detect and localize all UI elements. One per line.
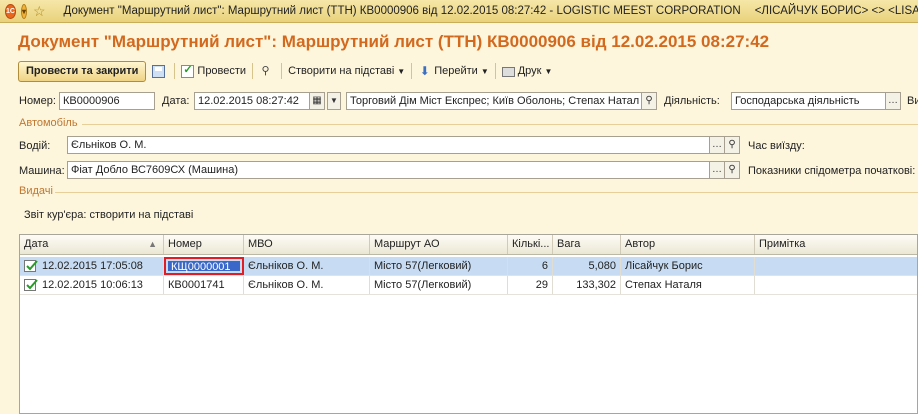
command-toolbar: Провести та закрити Провести ⚲ Створити … bbox=[18, 60, 552, 82]
post-icon bbox=[181, 63, 195, 78]
cell-date-text: 12.02.2015 10:06:13 bbox=[42, 279, 143, 291]
date-field[interactable]: 12.02.2015 08:27:42 bbox=[194, 92, 310, 110]
cell-mvo: Єльніков О. М. bbox=[244, 276, 370, 294]
column-header-number[interactable]: Номер bbox=[164, 235, 244, 254]
column-header-route[interactable]: Маршрут АО bbox=[370, 235, 508, 254]
courier-report-link[interactable]: Звіт кур'єра: створити на підставі bbox=[24, 209, 193, 221]
organization-field[interactable]: Торговий Дім Міст Експрес; Київ Оболонь;… bbox=[346, 92, 642, 110]
print-label: Друк bbox=[517, 65, 542, 77]
cell-date-text: 12.02.2015 17:05:08 bbox=[42, 260, 143, 272]
cell-quantity: 6 bbox=[508, 257, 553, 275]
organization-search-button[interactable]: ⚲ bbox=[641, 92, 657, 110]
table-header: Дата ▲ Номер МВО Маршрут АО Кількі... Ваг… bbox=[20, 235, 917, 255]
cell-author: Лісайчук Борис bbox=[621, 257, 755, 275]
date-picker-button[interactable]: ▦ bbox=[309, 92, 325, 110]
cell-date: 12.02.2015 10:06:13 bbox=[20, 276, 164, 294]
driver-search-button[interactable]: ⚲ bbox=[724, 136, 740, 154]
cell-quantity: 29 bbox=[508, 276, 553, 294]
posted-document-icon bbox=[24, 260, 38, 272]
odometer-label: Показники спідометра початкові: bbox=[748, 165, 916, 177]
column-header-quantity[interactable]: Кількі... bbox=[508, 235, 553, 254]
cell-note bbox=[755, 276, 917, 294]
car-label: Машина: bbox=[19, 165, 65, 177]
car-select-button[interactable]: … bbox=[709, 161, 725, 179]
toolbar-divider bbox=[411, 63, 413, 79]
issues-table[interactable]: Дата ▲ Номер МВО Маршрут АО Кількі... Ваг… bbox=[19, 234, 918, 414]
create-based-label: Створити на підставі bbox=[288, 65, 395, 77]
post-and-close-button[interactable]: Провести та закрити bbox=[18, 60, 147, 82]
cell-number-text: КЩ0000001 bbox=[168, 261, 240, 273]
column-header-label: Дата bbox=[24, 238, 49, 250]
cell-route: Місто 57(Легковий) bbox=[370, 257, 508, 275]
create-based-button[interactable]: Створити на підставі ▼ bbox=[288, 65, 405, 77]
table-row[interactable]: 12.02.2015 10:06:13 КВ0001741 Єльніков О… bbox=[20, 276, 917, 295]
column-header-date[interactable]: Дата ▲ bbox=[20, 235, 164, 254]
search-icon: ⚲ bbox=[261, 64, 270, 77]
posted-document-icon bbox=[24, 279, 38, 291]
driver-label: Водій: bbox=[19, 140, 51, 152]
print-button[interactable]: Друк ▼ bbox=[501, 65, 553, 77]
cell-note bbox=[755, 257, 917, 275]
auto-group-label: Автомобіль bbox=[19, 117, 78, 129]
favorites-star-icon[interactable]: ☆ bbox=[33, 3, 46, 20]
post-label: Провести bbox=[197, 65, 247, 77]
toolbar-divider bbox=[252, 63, 254, 79]
toolbar-divider bbox=[174, 63, 176, 79]
cell-date: 12.02.2015 17:05:08 bbox=[20, 257, 164, 275]
group-divider bbox=[55, 192, 918, 193]
column-header-weight[interactable]: Вага bbox=[553, 235, 621, 254]
dropdown-caret-icon: ▼ bbox=[544, 66, 553, 76]
page-title: Документ "Маршрутний лист": Маршрутний л… bbox=[18, 32, 770, 51]
save-icon bbox=[152, 64, 166, 78]
cell-weight: 133,302 bbox=[553, 276, 621, 294]
cell-number: КВ0001741 bbox=[164, 276, 244, 294]
number-label: Номер: bbox=[19, 95, 56, 107]
sort-asc-icon: ▲ bbox=[148, 239, 157, 249]
cut-off-label: Ви bbox=[907, 95, 918, 107]
app-logo-icon[interactable]: 1С bbox=[5, 3, 16, 19]
post-button[interactable]: Провести bbox=[181, 63, 247, 78]
cell-mvo: Єльніков О. М. bbox=[244, 257, 370, 275]
driver-field[interactable]: Єльніков О. М. bbox=[67, 136, 710, 154]
toolbar-divider bbox=[494, 63, 496, 79]
table-row[interactable]: 12.02.2015 17:05:08 КЩ0000001 Єльніков О… bbox=[20, 257, 917, 276]
cell-number-highlighted[interactable]: КЩ0000001 bbox=[164, 257, 244, 275]
car-field[interactable]: Фіат Добло ВС7609СХ (Машина) bbox=[67, 161, 710, 179]
window-titlebar: 1С ▾ ☆ Документ "Маршрутний лист": Маршр… bbox=[0, 0, 918, 23]
goto-button[interactable]: ⬇ Перейти ▼ bbox=[418, 63, 489, 78]
cell-route: Місто 57(Легковий) bbox=[370, 276, 508, 294]
arrow-down-icon: ⬇ bbox=[419, 63, 430, 78]
printer-icon bbox=[501, 67, 515, 77]
main-menu-button[interactable]: ▾ bbox=[20, 3, 27, 19]
window-user: <ЛІСАЙЧУК БОРИС> <> <LISAYCHU bbox=[754, 5, 918, 17]
driver-select-button[interactable]: … bbox=[709, 136, 725, 154]
dropdown-caret-icon: ▼ bbox=[397, 66, 406, 76]
toolbar-divider bbox=[281, 63, 283, 79]
cell-author: Степах Наталя bbox=[621, 276, 755, 294]
activity-field[interactable]: Господарська діяльність bbox=[731, 92, 886, 110]
window-title: Документ "Маршрутний лист": Маршрутний л… bbox=[63, 5, 741, 17]
number-field[interactable]: КВ0000906 bbox=[59, 92, 155, 110]
save-button[interactable] bbox=[152, 64, 168, 78]
column-header-mvo[interactable]: МВО bbox=[244, 235, 370, 254]
cell-weight: 5,080 bbox=[553, 257, 621, 275]
date-dropdown-button[interactable]: ▼ bbox=[327, 92, 341, 110]
departure-time-label: Час виїзду: bbox=[748, 140, 805, 152]
column-header-note[interactable]: Примітка bbox=[755, 235, 917, 254]
group-divider bbox=[82, 124, 918, 125]
issues-group-label: Видачі bbox=[19, 185, 53, 197]
dropdown-caret-icon: ▼ bbox=[480, 66, 489, 76]
activity-select-button[interactable]: … bbox=[885, 92, 901, 110]
find-button[interactable]: ⚲ bbox=[259, 65, 275, 78]
goto-label: Перейти bbox=[434, 65, 478, 77]
date-label: Дата: bbox=[162, 95, 190, 107]
column-header-author[interactable]: Автор bbox=[621, 235, 755, 254]
activity-label: Діяльність: bbox=[664, 95, 720, 107]
car-search-button[interactable]: ⚲ bbox=[724, 161, 740, 179]
